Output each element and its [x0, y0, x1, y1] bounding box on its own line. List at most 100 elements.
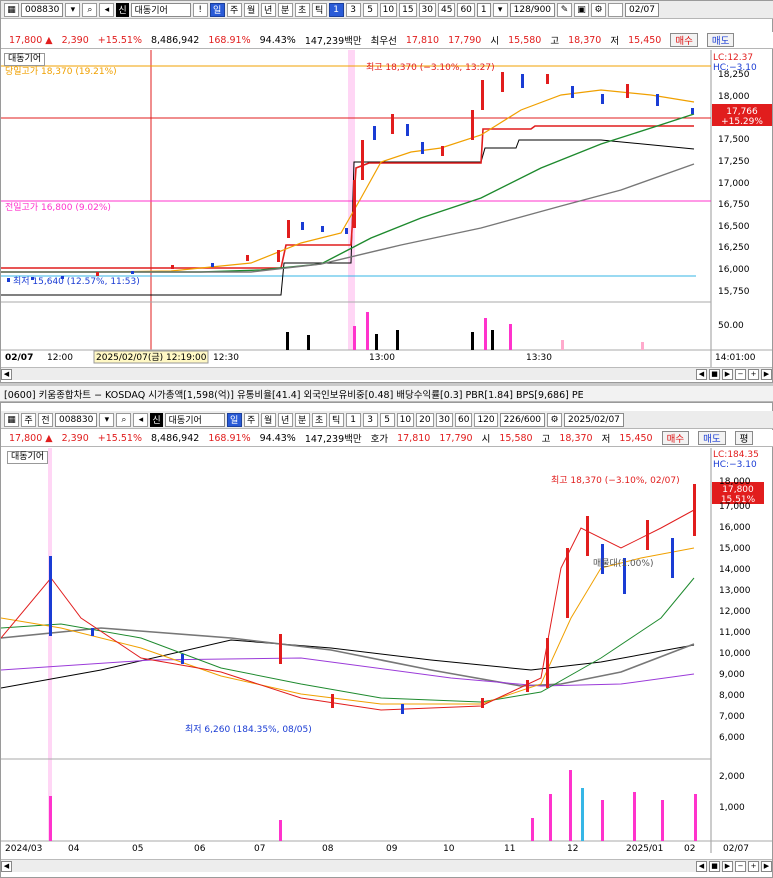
- play-back-icon-2[interactable]: ◀: [696, 860, 707, 872]
- daily-x-label-6: 09: [386, 844, 398, 853]
- minute-x-label-6: 14:01:00: [715, 353, 756, 363]
- daily-y-tick-8: 10,000: [719, 649, 751, 659]
- zoom-in-icon[interactable]: +: [748, 368, 759, 380]
- interval-3-button-2[interactable]: 3: [362, 412, 378, 427]
- gear-icon[interactable]: ⚙: [591, 2, 607, 17]
- interval-10-button-2[interactable]: 10: [396, 412, 415, 427]
- high-label-2: 고: [541, 434, 551, 445]
- daily-x-label-5: 08: [322, 844, 334, 853]
- daily-scrollbar[interactable]: ◀ ◀ ■ ▶ − + ▶: [1, 859, 772, 872]
- interval-5-button-2[interactable]: 5: [379, 412, 395, 427]
- buy-button[interactable]: 매수: [670, 33, 698, 47]
- period-minute-button[interactable]: 분: [277, 2, 293, 17]
- chart-tool-icon[interactable]: ✎: [557, 2, 573, 17]
- period-tick-button-2[interactable]: 틱: [328, 412, 344, 427]
- prefix-stock-button[interactable]: 주: [21, 412, 36, 427]
- extra-button-2[interactable]: 평: [734, 431, 754, 445]
- interval-15-button[interactable]: 15: [399, 2, 417, 17]
- custom-interval-input[interactable]: 1: [476, 2, 491, 17]
- minute-y-tick-1: 18,000: [718, 92, 750, 102]
- save-icon[interactable]: ▣: [574, 2, 590, 17]
- period-day-button[interactable]: 일: [209, 2, 225, 17]
- period-week-button-2[interactable]: 주: [243, 412, 259, 427]
- zoom-in-icon-2[interactable]: +: [748, 860, 759, 872]
- interval-10-button[interactable]: 10: [379, 2, 398, 17]
- interval-3-button[interactable]: 3: [345, 2, 361, 17]
- scroll-right-icon-2[interactable]: ▶: [761, 860, 772, 872]
- code-dropdown-icon[interactable]: ▾: [65, 2, 81, 17]
- interval-60-button[interactable]: 60: [457, 2, 475, 17]
- speaker-icon[interactable]: ◂: [99, 2, 115, 17]
- stock-code-input[interactable]: 008830: [21, 2, 64, 17]
- scroll-left-icon[interactable]: ◀: [1, 368, 12, 380]
- prev-high-label: 전일고가 16,800 (9.02%): [5, 202, 111, 213]
- stock-code-input-2[interactable]: 008830: [55, 412, 98, 427]
- period-week-button[interactable]: 주: [226, 2, 242, 17]
- scroll-left-icon-2[interactable]: ◀: [1, 860, 12, 872]
- daily-y-tick-12: 6,000: [719, 733, 745, 743]
- interval-60-button-2[interactable]: 60: [455, 412, 473, 427]
- speaker-icon-2[interactable]: ◂: [133, 412, 149, 427]
- date-field[interactable]: 02/07: [625, 2, 659, 17]
- period-month-button-2[interactable]: 월: [260, 412, 276, 427]
- interval-45-button[interactable]: 45: [438, 2, 456, 17]
- interval-20-button-2[interactable]: 20: [416, 412, 434, 427]
- buy-button-2[interactable]: 매수: [661, 431, 690, 445]
- date-field-2[interactable]: 2025/02/07: [564, 412, 624, 427]
- period-second-button[interactable]: 초: [294, 2, 310, 17]
- data-range-field-2[interactable]: 226/600: [499, 412, 546, 427]
- daily-chart-canvas[interactable]: 17,800 15.51% LC:184.35 HC:−3.10 18,000 …: [1, 448, 772, 853]
- stock-name-field[interactable]: 대동기어: [130, 2, 191, 17]
- minute-y-tick-5: 17,000: [718, 179, 750, 189]
- ask-price-2: 17,810: [397, 432, 431, 444]
- period-month-button[interactable]: 월: [243, 2, 259, 17]
- play-back-icon[interactable]: ◀: [696, 368, 707, 380]
- play-forward-icon-2[interactable]: ▶: [722, 860, 733, 872]
- sell-button-2[interactable]: 매도: [698, 431, 726, 445]
- period-year-button-2[interactable]: 년: [277, 412, 293, 427]
- data-range-field[interactable]: 128/900: [509, 2, 556, 17]
- sell-button[interactable]: 매도: [706, 33, 735, 47]
- period-day-button-2[interactable]: 일: [226, 412, 242, 427]
- daily-x-label-2: 05: [132, 844, 143, 853]
- daily-x-label-10: 2025/01: [626, 844, 663, 853]
- chart-menu-icon-2[interactable]: ▦: [4, 412, 19, 427]
- period-tick-button[interactable]: 틱: [311, 2, 327, 17]
- minute-legend-name: 대동기어: [4, 53, 46, 66]
- date-checkbox[interactable]: [608, 2, 624, 17]
- period-second-button-2[interactable]: 초: [311, 412, 327, 427]
- scroll-right-icon[interactable]: ▶: [761, 368, 772, 380]
- interval-1-button[interactable]: 1: [328, 2, 344, 17]
- best-label: 최우선: [370, 36, 397, 47]
- interval-1-button-2[interactable]: 1: [345, 412, 361, 427]
- play-pause-icon-2[interactable]: ■: [709, 860, 720, 872]
- play-forward-icon[interactable]: ▶: [722, 368, 733, 380]
- interval-30-button-2[interactable]: 30: [435, 412, 453, 427]
- search-icon-2[interactable]: ⌕: [116, 412, 132, 427]
- minute-chart-canvas[interactable]: 17,766 +15.29% LC:12.37 HC:−3.10 18,250 …: [1, 50, 772, 368]
- chart-menu-icon[interactable]: ▦: [4, 2, 19, 17]
- daily-x-label-12: 02/07: [723, 844, 749, 853]
- minute-x-label-1: 12:00: [47, 353, 73, 363]
- code-dropdown-icon-2[interactable]: ▾: [99, 412, 115, 427]
- zoom-out-icon-2[interactable]: −: [735, 860, 746, 872]
- period-minute-button-2[interactable]: 분: [294, 412, 310, 427]
- interval-dropdown-icon[interactable]: ▾: [492, 2, 508, 17]
- minute-max-label: 최고 18,370 (−3.10%, 13:27): [366, 62, 495, 73]
- minute-scrollbar[interactable]: ◀ ◀ ■ ▶ − + ▶: [1, 367, 772, 380]
- zoom-out-icon[interactable]: −: [735, 368, 746, 380]
- prefix-all-button[interactable]: 전: [38, 412, 53, 427]
- period-year-button[interactable]: 년: [260, 2, 276, 17]
- gear-icon-2[interactable]: ⚙: [547, 412, 563, 427]
- interval-120-button-2[interactable]: 120: [474, 412, 498, 427]
- minute-vol-tick: 50.00: [718, 321, 744, 331]
- minute-chart-toolbar: ▦ 008830 ▾ ⌕ ◂ 신 대동기어 ! 일 주 월 년 분 초 틱 1 …: [1, 1, 773, 19]
- daily-min-label: 최저 6,260 (184.35%, 08/05): [185, 724, 312, 735]
- minute-y-tick-10: 15,750: [718, 287, 750, 297]
- play-pause-icon[interactable]: ■: [709, 368, 720, 380]
- interval-30-button[interactable]: 30: [418, 2, 436, 17]
- interval-5-button[interactable]: 5: [362, 2, 378, 17]
- alert-icon[interactable]: !: [192, 2, 208, 17]
- search-icon[interactable]: ⌕: [82, 2, 98, 17]
- stock-name-field-2[interactable]: 대동기어: [164, 412, 225, 427]
